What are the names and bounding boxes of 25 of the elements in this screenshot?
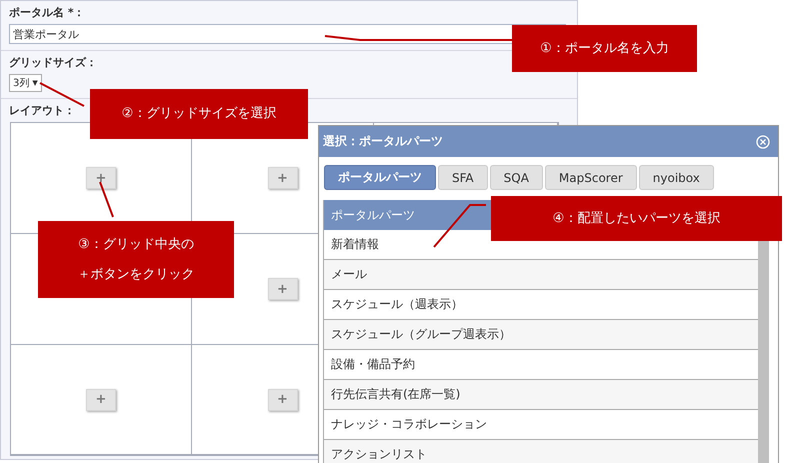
list-item[interactable]: アクションリスト (324, 440, 758, 463)
leader-line (433, 204, 486, 248)
callout-tooltip: ③：グリッド中央の＋ボタンをクリック (38, 221, 234, 298)
leader-line (40, 82, 84, 107)
field-label: ポータル名 *： (9, 6, 85, 20)
add-button[interactable]: + (86, 388, 116, 410)
list-item[interactable]: メール (324, 260, 758, 290)
leader-line (99, 182, 114, 218)
dialog-title: 選択：ポータルパーツ (323, 133, 443, 150)
category-tab[interactable]: SFA (438, 165, 488, 190)
close-icon[interactable] (756, 134, 770, 148)
add-button[interactable]: + (268, 388, 298, 410)
callout-tooltip: ①：ポータル名を入力 (512, 25, 697, 72)
field-label: レイアウト： (9, 104, 75, 118)
field-label: グリッドサイズ： (9, 56, 97, 70)
add-button[interactable]: + (268, 278, 298, 300)
list-item[interactable]: スケジュール（グループ週表示） (324, 320, 758, 350)
callout-tooltip: ④：配置したいパーツを選択 (491, 196, 782, 241)
callout-tooltip: ②：グリッドサイズを選択 (90, 89, 308, 139)
category-tab[interactable]: nyoibox (638, 165, 714, 190)
category-tab[interactable]: MapScorer (544, 165, 637, 190)
list-item[interactable]: 行先伝言共有(在席一覧) (324, 380, 758, 410)
category-tab[interactable]: SQA (490, 165, 543, 190)
add-button[interactable]: + (268, 167, 298, 189)
add-button[interactable]: + (86, 167, 116, 189)
